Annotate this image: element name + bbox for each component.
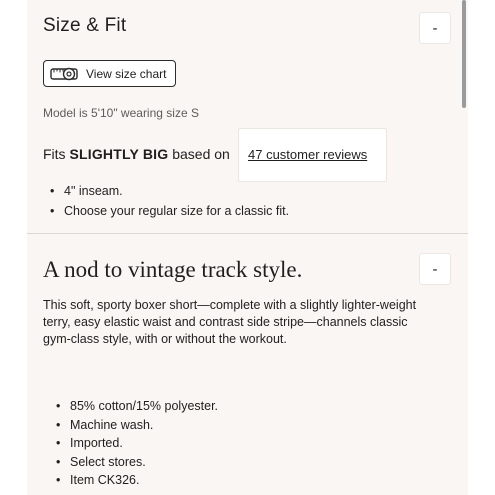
fit-value: SLIGHTLY BIG <box>69 146 169 162</box>
size-fit-collapse-button[interactable]: - <box>419 12 451 44</box>
list-item: Imported. <box>56 434 218 453</box>
list-item: Machine wash. <box>56 416 218 435</box>
fit-prefix: Fits <box>43 146 70 162</box>
size-fit-title: Size & Fit <box>43 15 127 36</box>
view-size-chart-button[interactable]: View size chart <box>43 60 176 87</box>
fit-bullet-list: 4" inseam. Choose your regular size for … <box>50 182 289 222</box>
model-size-info: Model is 5'10" wearing size S <box>43 106 199 120</box>
fit-summary: Fits SLIGHTLY BIG based on <box>43 146 230 162</box>
details-bullet-list: 85% cotton/15% polyester. Machine wash. … <box>56 397 218 490</box>
customer-reviews-link[interactable]: 47 customer reviews <box>248 147 367 162</box>
product-description: This soft, sporty boxer short—complete w… <box>43 298 417 346</box>
product-details-heading: A nod to vintage track style. <box>43 257 303 282</box>
details-collapse-button[interactable]: - <box>419 253 451 285</box>
fit-suffix: based on <box>168 146 230 162</box>
list-item: Choose your regular size for a classic f… <box>50 202 289 222</box>
section-divider <box>27 233 468 234</box>
measuring-tape-icon <box>50 67 78 80</box>
left-margin <box>0 0 27 495</box>
list-item: 4" inseam. <box>50 182 289 202</box>
list-item: Item CK326. <box>56 471 218 490</box>
scrollbar[interactable] <box>462 0 466 108</box>
view-size-chart-label: View size chart <box>86 66 167 81</box>
list-item: 85% cotton/15% polyester. <box>56 397 218 416</box>
right-margin <box>468 0 495 495</box>
list-item: Select stores. <box>56 453 218 472</box>
